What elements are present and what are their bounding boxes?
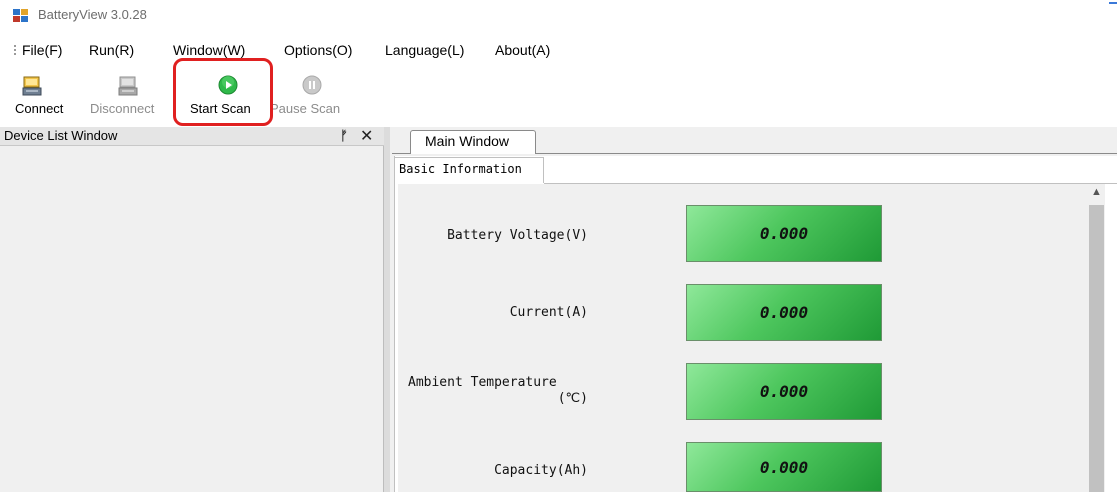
start-scan-highlight — [173, 58, 273, 126]
tab-main-window-label: Main Window — [425, 133, 510, 149]
pause-icon — [302, 75, 322, 95]
device-list-title: Device List Window — [4, 128, 118, 143]
ambient-temperature-value-box: 0.000 — [686, 363, 882, 420]
device-list-panel[interactable] — [0, 127, 384, 492]
menu-file[interactable]: File(F) — [22, 42, 62, 58]
connect-label: Connect — [15, 101, 64, 116]
tab-basic-information-label: Basic Information — [399, 162, 522, 176]
title-bar — [0, 0, 1117, 36]
disconnect-label: Disconnect — [90, 101, 155, 116]
menu-run[interactable]: Run(R) — [89, 42, 134, 58]
menu-window[interactable]: Window(W) — [173, 42, 245, 58]
scroll-up-icon[interactable]: ▲ — [1091, 186, 1102, 198]
capacity-value: 0.000 — [759, 457, 809, 477]
battery-voltage-label: Battery Voltage(V) — [447, 228, 588, 243]
window-edge-mark — [1109, 2, 1117, 4]
scroll-thumb[interactable] — [1089, 205, 1104, 492]
app-icon — [13, 9, 29, 23]
capacity-label: Capacity(Ah) — [494, 463, 588, 478]
current-label: Current(A) — [509, 305, 588, 320]
window-title: BatteryView 3.0.28 — [38, 7, 147, 22]
connect-icon — [22, 76, 42, 96]
menu-options[interactable]: Options(O) — [284, 42, 352, 58]
menu-grip-icon — [14, 45, 17, 59]
pause-scan-button[interactable]: Pause Scan — [268, 72, 352, 122]
connect-button[interactable]: Connect — [12, 72, 78, 122]
current-value-box: 0.000 — [686, 284, 882, 341]
pause-scan-label: Pause Scan — [270, 101, 341, 116]
menu-about[interactable]: About(A) — [495, 42, 550, 58]
menu-language[interactable]: Language(L) — [385, 42, 464, 58]
battery-voltage-value: 0.000 — [759, 224, 809, 243]
battery-voltage-value-box: 0.000 — [686, 205, 882, 262]
disconnect-icon — [118, 76, 138, 96]
close-icon[interactable]: ✕ — [360, 126, 373, 146]
disconnect-button[interactable]: Disconnect — [88, 72, 168, 122]
current-value: 0.000 — [759, 303, 809, 322]
ambient-temperature-value: 0.000 — [759, 382, 809, 401]
capacity-value-box: 0.000 — [686, 442, 882, 492]
menu-bar — [0, 38, 1117, 66]
pin-icon[interactable]: ᚠ — [340, 128, 348, 143]
ambient-temperature-label: Ambient Temperature (℃) — [408, 375, 588, 406]
